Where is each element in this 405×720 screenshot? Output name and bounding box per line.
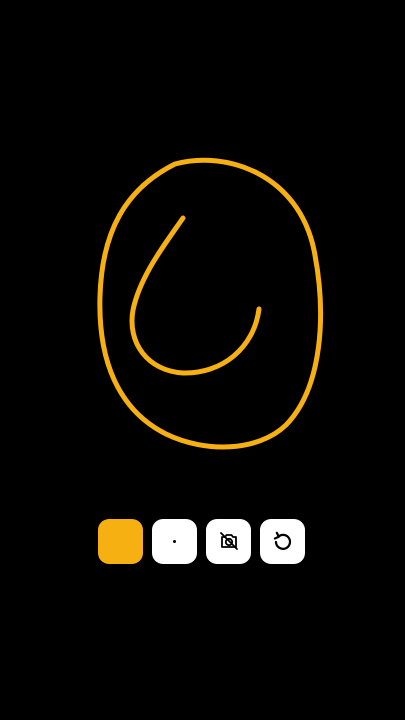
brush-size-button[interactable] bbox=[152, 518, 197, 564]
camera-off-button[interactable] bbox=[206, 518, 251, 564]
undo-button[interactable] bbox=[260, 518, 305, 564]
dot-icon bbox=[173, 539, 176, 543]
drawing-canvas[interactable] bbox=[0, 0, 405, 720]
color-swatch-button[interactable] bbox=[98, 518, 143, 564]
undo-icon bbox=[273, 531, 291, 550]
camera-off-icon bbox=[219, 532, 238, 550]
inner-curve-stroke bbox=[129, 215, 262, 376]
drawing-app bbox=[0, 0, 405, 720]
drawing-toolbar bbox=[98, 518, 308, 564]
